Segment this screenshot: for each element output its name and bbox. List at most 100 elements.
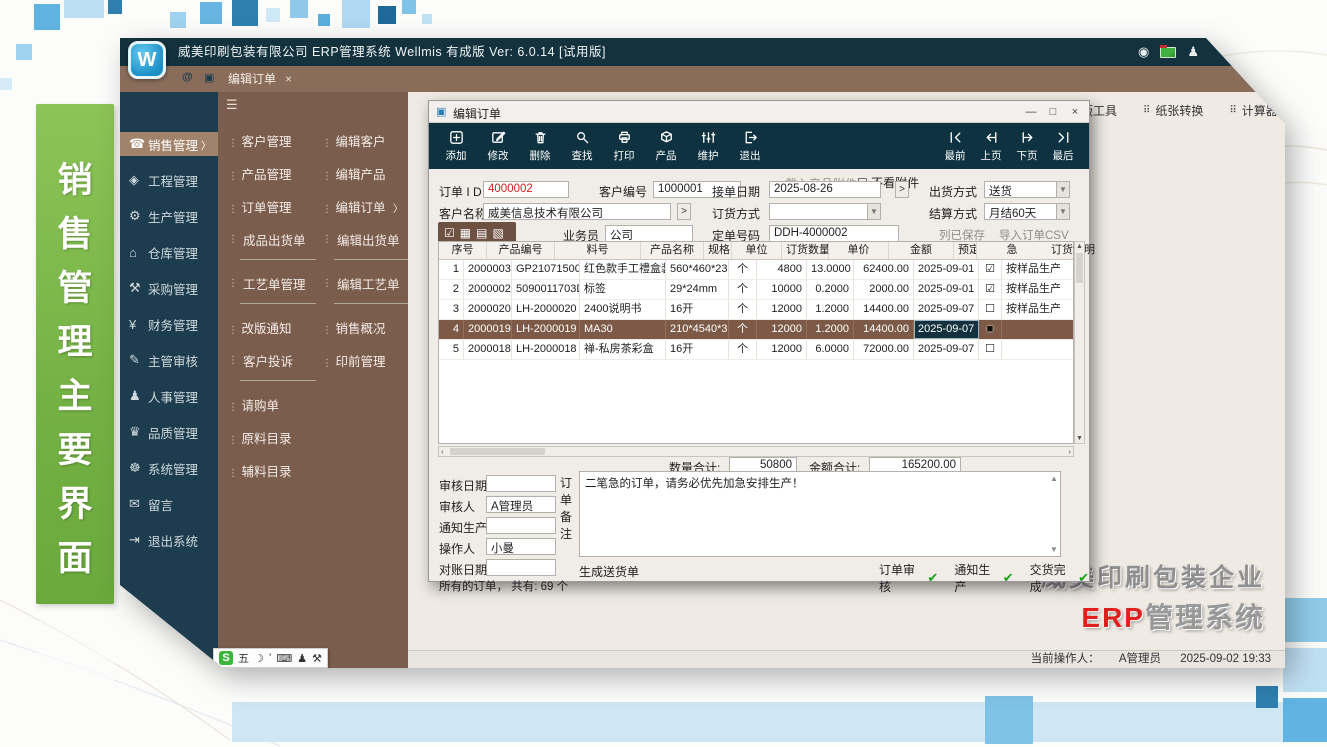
- table-row[interactable]: 2 2000002 5090011703D 标签 29*24mm 个 10000…: [439, 280, 1073, 300]
- column-header[interactable]: 急: [977, 242, 1047, 259]
- sidebar-item-warehouse[interactable]: ⌂ 仓库管理: [120, 240, 218, 264]
- column-header[interactable]: 预定交期: [954, 242, 977, 259]
- submenu-item[interactable]: ⋮ 产品管理: [228, 164, 320, 183]
- prev-page-button[interactable]: 上页: [973, 123, 1009, 163]
- copy-icon[interactable]: ▧: [492, 226, 503, 240]
- submenu-item[interactable]: ⋮ 编辑订单 〉: [322, 197, 406, 216]
- maintain-button[interactable]: 维护: [687, 123, 729, 163]
- ime-user-icon[interactable]: ♟: [297, 652, 307, 665]
- folder-icon[interactable]: [1160, 47, 1176, 58]
- ime-mode-icon[interactable]: 五: [238, 650, 249, 666]
- scroll-left-icon[interactable]: ‹: [441, 447, 444, 456]
- status-check[interactable]: 订单审核 ✔: [879, 561, 938, 595]
- salesman-field[interactable]: 公司: [605, 225, 693, 242]
- ime-keyboard-icon[interactable]: ⌨: [276, 652, 292, 665]
- submenu-item[interactable]: ⋮ 辅料目录: [228, 461, 320, 480]
- mail-icon[interactable]: @: [182, 71, 193, 83]
- order-remark-textarea[interactable]: 二笔急的订单，请务必优先加急安排生产！: [579, 471, 1061, 557]
- note-icon[interactable]: ▤: [476, 226, 487, 240]
- scroll-up-icon[interactable]: ▲: [1075, 243, 1084, 250]
- submenu-item[interactable]: ⋮ 原料目录: [228, 428, 320, 447]
- submenu-item[interactable]: ⋮ 客户投诉: [228, 351, 320, 381]
- sidebar-item-system[interactable]: ☸ 系统管理: [120, 456, 218, 480]
- ime-toolbar[interactable]: S 五 ☽ ’ ⌨ ♟ ⚒: [213, 648, 328, 668]
- order-no-field[interactable]: DDH-4000002: [769, 225, 899, 242]
- sidebar-item-finance[interactable]: ¥ 财务管理: [120, 312, 218, 336]
- sidebar-item-audit[interactable]: ✎ 主管审核: [120, 348, 218, 372]
- tab-edit-order[interactable]: 编辑订单 ×: [228, 66, 292, 92]
- table-row[interactable]: 3 2000020 LH-2000020 2400说明书 16开 个 12000…: [439, 300, 1073, 320]
- scrollbar-thumb[interactable]: [1076, 253, 1083, 283]
- window-icon[interactable]: ▣: [204, 71, 214, 84]
- auditor-field[interactable]: A管理员: [486, 496, 556, 513]
- operator-field[interactable]: 小曼: [486, 538, 556, 555]
- ime-punct-icon[interactable]: ’: [269, 652, 271, 664]
- column-header[interactable]: 序号: [439, 242, 487, 259]
- order-mode-select[interactable]: ▼: [769, 203, 881, 220]
- table-horizontal-scrollbar[interactable]: ‹ ›: [438, 446, 1074, 457]
- chevron-down-icon[interactable]: ▼: [1056, 182, 1069, 197]
- next-page-button[interactable]: 下页: [1009, 123, 1045, 163]
- scroll-down-icon[interactable]: ▼: [1050, 545, 1058, 554]
- submenu-item[interactable]: ⋮ 编辑出货单: [322, 230, 406, 260]
- receive-date-field[interactable]: 2025-08-26: [769, 181, 881, 198]
- submenu-item[interactable]: ⋮ 请购单: [228, 395, 320, 414]
- tool-shortcut[interactable]: ⠿ 计算器: [1229, 102, 1277, 119]
- urgent-checkbox[interactable]: ☐: [979, 340, 1002, 359]
- first-page-button[interactable]: 最前: [937, 123, 973, 163]
- notify-production-field[interactable]: [486, 517, 556, 534]
- scroll-right-icon[interactable]: ›: [1068, 447, 1071, 456]
- sidebar-item-hr[interactable]: ♟ 人事管理: [120, 384, 218, 408]
- ime-settings-icon[interactable]: ⚒: [312, 652, 322, 665]
- sidebar-item-production[interactable]: ⚙ 生产管理: [120, 204, 218, 228]
- column-header[interactable]: 料号: [555, 242, 641, 259]
- table-row[interactable]: 1 2000003 GP210715008 红色款手工禮盒装 560*460*2…: [439, 260, 1073, 280]
- urgent-checkbox[interactable]: ☐: [979, 300, 1002, 319]
- sidebar-item-exit[interactable]: ⇥ 退出系统: [120, 528, 218, 552]
- submenu-item[interactable]: ⋮ 工艺单管理: [228, 274, 320, 304]
- column-header[interactable]: 订货数量: [782, 242, 829, 259]
- submenu-item[interactable]: ⋮ 编辑产品: [322, 164, 406, 183]
- submenu-item[interactable]: ⋮ 改版通知: [228, 318, 320, 337]
- menu-collapse-icon[interactable]: ☰: [226, 97, 238, 113]
- column-header[interactable]: 规格: [704, 242, 732, 259]
- urgent-checkbox[interactable]: ☑: [979, 260, 1002, 279]
- settle-method-select[interactable]: 月结60天 ▼: [984, 203, 1070, 220]
- table-vertical-scrollbar[interactable]: ▲ ▼: [1074, 241, 1085, 444]
- customer-expand-button[interactable]: >: [677, 203, 691, 220]
- generate-delivery-link[interactable]: 生成送货单: [579, 563, 639, 580]
- close-button[interactable]: ×: [1065, 101, 1085, 123]
- receive-date-expand-button[interactable]: >: [895, 181, 909, 198]
- column-header[interactable]: 产品编号: [487, 242, 555, 259]
- table-row[interactable]: 5 2000018 LH-2000018 禅-私房茶彩盒 16开 个 12000…: [439, 340, 1073, 360]
- chevron-down-icon[interactable]: ▼: [867, 204, 880, 219]
- tab-close-icon[interactable]: ×: [285, 66, 292, 92]
- find-button[interactable]: 查找: [561, 123, 603, 163]
- reconcile-date-field[interactable]: [486, 559, 556, 576]
- customer-name-field[interactable]: 威美信息技术有限公司: [483, 203, 671, 220]
- ship-method-select[interactable]: 送货 ▼: [984, 181, 1070, 198]
- status-check[interactable]: 通知生产 ✔: [954, 561, 1013, 595]
- print-button[interactable]: 打印: [603, 123, 645, 163]
- exit-button[interactable]: 退出: [729, 123, 771, 163]
- sidebar-item-message[interactable]: ✉ 留言: [120, 492, 218, 516]
- sidebar-item-sales[interactable]: ☎ 销售管理 〉: [120, 132, 218, 156]
- submenu-item[interactable]: ⋮ 编辑客户: [322, 131, 406, 150]
- delete-button[interactable]: 删除: [519, 123, 561, 163]
- modify-button[interactable]: 修改: [477, 123, 519, 163]
- calendar-icon[interactable]: ▦: [460, 226, 471, 240]
- submenu-item[interactable]: ⋮ 印前管理: [322, 351, 406, 370]
- chevron-down-icon[interactable]: ▼: [1056, 204, 1069, 219]
- audit-date-field[interactable]: [486, 475, 556, 492]
- submenu-item[interactable]: ⋮ 订单管理: [228, 197, 320, 216]
- submenu-item[interactable]: ⋮ 销售概况: [322, 318, 406, 337]
- scroll-down-icon[interactable]: ▼: [1075, 435, 1084, 442]
- scroll-up-icon[interactable]: ▲: [1050, 474, 1058, 483]
- product-button[interactable]: 产品: [645, 123, 687, 163]
- status-check[interactable]: 交货完成 ✔: [1030, 561, 1089, 595]
- last-page-button[interactable]: 最后: [1045, 123, 1081, 163]
- sidebar-item-purchase[interactable]: ⚒ 采购管理: [120, 276, 218, 300]
- ime-logo-icon[interactable]: S: [219, 651, 233, 665]
- submenu-item[interactable]: ⋮ 客户管理: [228, 131, 320, 150]
- check-list-icon[interactable]: ☑: [444, 226, 455, 240]
